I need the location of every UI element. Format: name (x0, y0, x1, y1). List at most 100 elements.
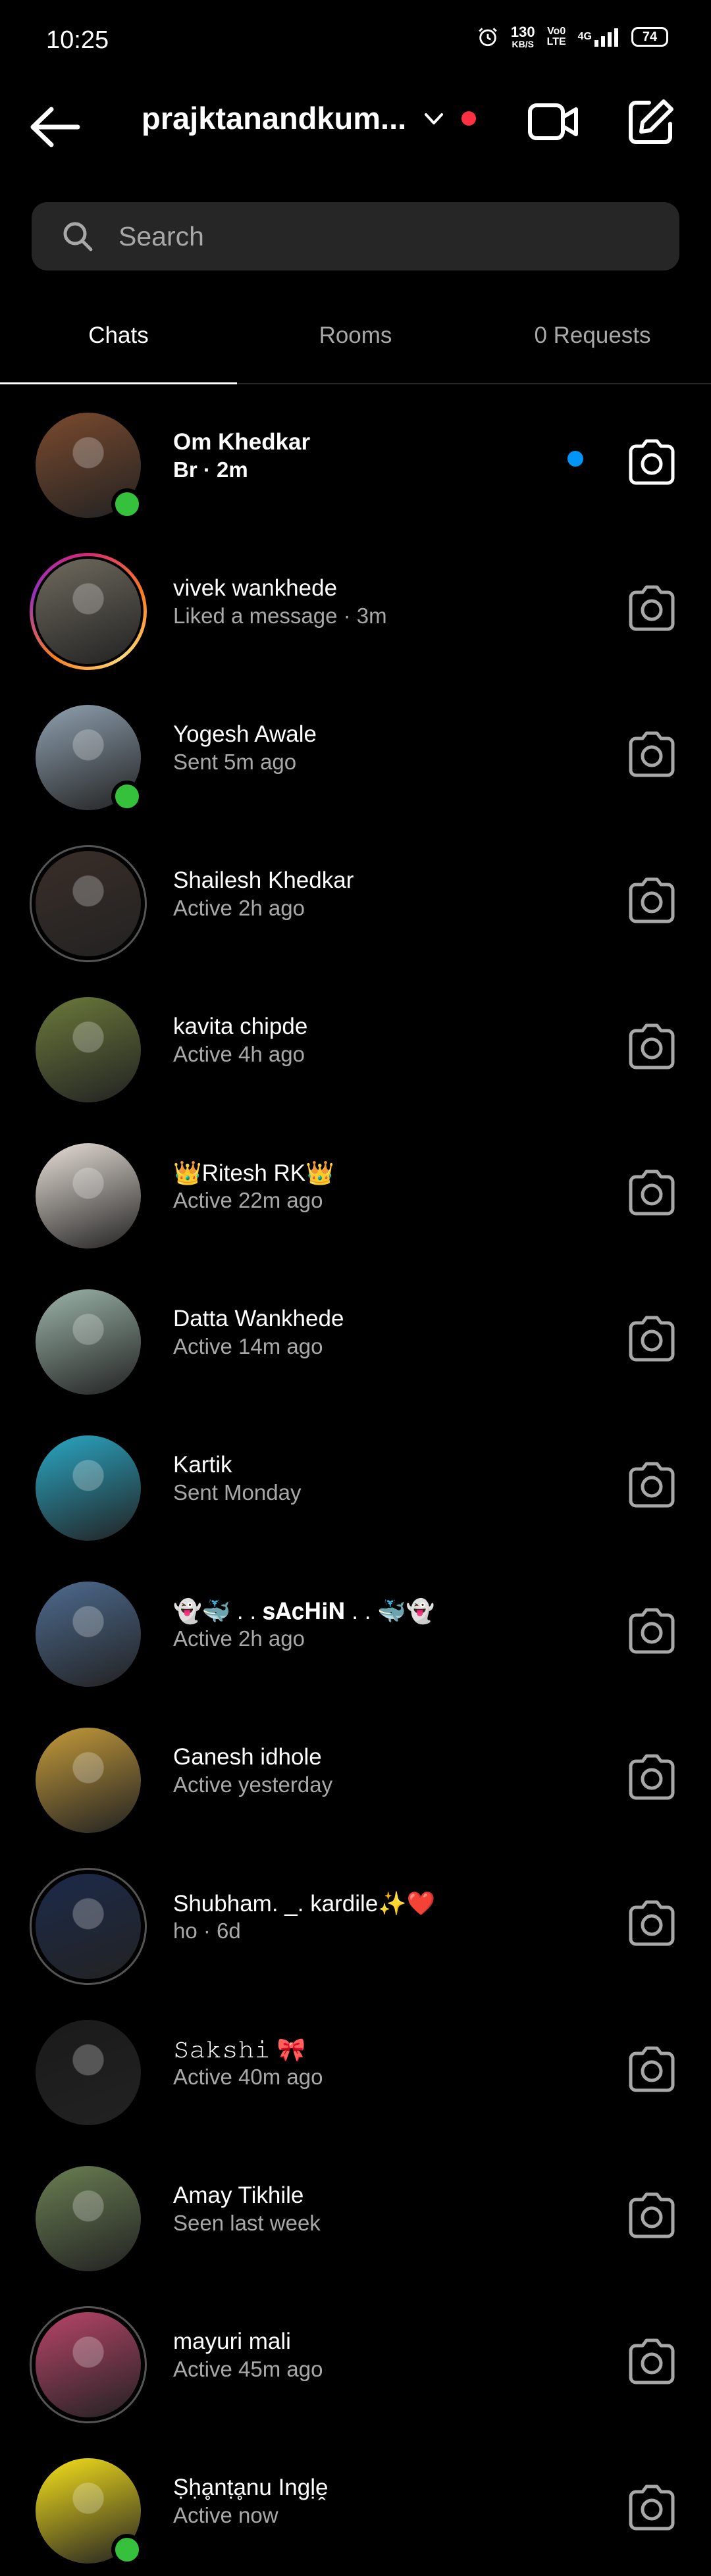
chat-row[interactable]: Om Khedkar Br · 2m (0, 384, 711, 530)
video-call-button[interactable] (527, 97, 579, 146)
avatar-image (36, 1582, 141, 1687)
chat-row[interactable]: Ṣḥḁnṭḁnu Ingḷḙ Active now (0, 2430, 711, 2576)
camera-icon[interactable] (625, 1461, 678, 1508)
search-bar[interactable] (32, 202, 679, 270)
chat-name: Kartik (173, 1452, 232, 1478)
camera-icon[interactable] (625, 2192, 678, 2239)
account-switcher[interactable]: prajktanandkum... (142, 100, 477, 136)
chevron-down-icon (425, 113, 444, 124)
tab-rooms[interactable]: Rooms (237, 322, 474, 349)
unread-dot (567, 451, 583, 467)
chat-row[interactable]: Yogesh Awale Sent 5m ago (0, 677, 711, 823)
status-time: 10:25 (46, 26, 109, 54)
camera-icon[interactable] (625, 1023, 678, 1070)
chat-name: mayuri mali (173, 2329, 291, 2354)
camera-icon[interactable] (625, 1169, 678, 1216)
avatar[interactable] (30, 1576, 147, 1693)
username: prajktanandkum... (142, 101, 407, 136)
chat-status: Active now (173, 2503, 278, 2527)
net-speed-unit: KB/S (512, 39, 534, 49)
network-indicator: 4G (578, 27, 619, 47)
avatar-image (36, 559, 141, 664)
avatar-image (36, 851, 141, 956)
volte-bottom: LTE (546, 36, 566, 47)
avatar[interactable] (30, 1137, 147, 1254)
camera-icon[interactable] (625, 2046, 678, 2093)
chat-name: 👑Ritesh RK👑 (173, 1160, 334, 1186)
tab-requests[interactable]: 0 Requests (474, 322, 711, 349)
avatar[interactable] (30, 2014, 147, 2131)
avatar[interactable] (30, 845, 147, 962)
chat-name: Ganesh idhole (173, 1744, 322, 1770)
chat-row[interactable]: 𝚂𝚊𝚔𝚜𝚑𝚒 🎀 Active 40m ago (0, 1992, 711, 2138)
camera-icon[interactable] (625, 438, 678, 486)
camera-icon[interactable] (625, 1899, 678, 1947)
avatar-image (36, 2020, 141, 2125)
online-indicator (111, 488, 143, 520)
chat-name: Om Khedkar (173, 429, 311, 455)
chat-name: kavita chipde (173, 1014, 308, 1039)
camera-icon[interactable] (625, 584, 678, 632)
chat-row[interactable]: Shubham. _. kardile✨❤️ ho · 6d (0, 1845, 711, 1992)
status-bar: 10:25 130 KB/S Vo0 LTE 4G 74 (0, 0, 711, 86)
chat-status: Br · 2m (173, 457, 248, 482)
avatar[interactable] (30, 2452, 147, 2569)
chat-status: ho · 6d (173, 1919, 241, 1943)
notification-dot (461, 111, 477, 126)
chat-row[interactable]: 👑Ritesh RK👑 Active 22m ago (0, 1115, 711, 1261)
avatar-image (36, 1435, 141, 1541)
chat-row[interactable]: kavita chipde Active 4h ago (0, 969, 711, 1115)
avatar[interactable] (30, 407, 147, 524)
chat-row[interactable]: Ganesh idhole Active yesterday (0, 1699, 711, 1845)
chat-status: Active 4h ago (173, 1042, 305, 1066)
back-button[interactable] (26, 104, 86, 150)
header: prajktanandkum... (0, 86, 711, 158)
camera-icon[interactable] (625, 731, 678, 778)
avatar[interactable] (30, 1868, 147, 1985)
avatar-image (36, 1143, 141, 1249)
avatar[interactable] (30, 553, 147, 670)
avatar[interactable] (30, 1430, 147, 1547)
camera-icon[interactable] (625, 1607, 678, 1655)
chat-row[interactable]: vivek wankhede Liked a message · 3m (0, 530, 711, 677)
avatar-image (36, 1728, 141, 1833)
tab-chats[interactable]: Chats (0, 322, 237, 349)
camera-icon[interactable] (625, 1753, 678, 1801)
avatar[interactable] (30, 2306, 147, 2423)
new-message-button[interactable] (625, 97, 675, 147)
volte-top: Vo0 (547, 26, 566, 37)
chat-row[interactable]: 👻🐳 . . 𝐬𝐀𝐜𝐇𝐢𝐍 . . 🐳👻 Active 2h ago (0, 1553, 711, 1699)
search-input[interactable] (117, 220, 646, 253)
avatar[interactable] (30, 991, 147, 1108)
camera-icon[interactable] (625, 877, 678, 924)
avatar-image (36, 2312, 141, 2417)
camera-icon[interactable] (625, 1315, 678, 1362)
chat-status: Active yesterday (173, 1772, 333, 1797)
alarm-icon (479, 28, 497, 47)
chat-row[interactable]: Datta Wankhede Active 14m ago (0, 1261, 711, 1407)
chat-status: Active 2h ago (173, 1626, 305, 1651)
compose-icon (629, 99, 673, 144)
avatar[interactable] (30, 1722, 147, 1839)
chat-row[interactable]: Kartik Sent Monday (0, 1407, 711, 1553)
camera-icon[interactable] (625, 2484, 678, 2531)
battery-icon: 74 (631, 27, 668, 47)
chat-status: Sent Monday (173, 1480, 302, 1505)
search-icon (63, 222, 93, 251)
chat-row[interactable]: mayuri mali Active 45m ago (0, 2284, 711, 2430)
chat-name: Datta Wankhede (173, 1306, 344, 1331)
avatar[interactable] (30, 2160, 147, 2277)
chat-list: Om Khedkar Br · 2m vivek wankhede Liked a m… (0, 384, 711, 2576)
volte-indicator: Vo0 LTE (547, 26, 566, 47)
chat-status: Active 22m ago (173, 1188, 323, 1212)
chat-row[interactable]: Shailesh Khedkar Active 2h ago (0, 823, 711, 969)
avatar[interactable] (30, 699, 147, 816)
battery-level: 74 (642, 29, 658, 44)
chat-row[interactable]: Amay Tikhile Seen last week (0, 2138, 711, 2284)
camera-icon[interactable] (625, 2338, 678, 2385)
chat-name: Shubham. _. kardile✨❤️ (173, 1891, 436, 1917)
avatar[interactable] (30, 1283, 147, 1401)
chat-status: Seen last week (173, 2211, 321, 2235)
chat-name: 👻🐳 . . 𝐬𝐀𝐜𝐇𝐢𝐍 . . 🐳👻 (173, 1599, 435, 1624)
chat-status: Active 45m ago (173, 2357, 323, 2381)
